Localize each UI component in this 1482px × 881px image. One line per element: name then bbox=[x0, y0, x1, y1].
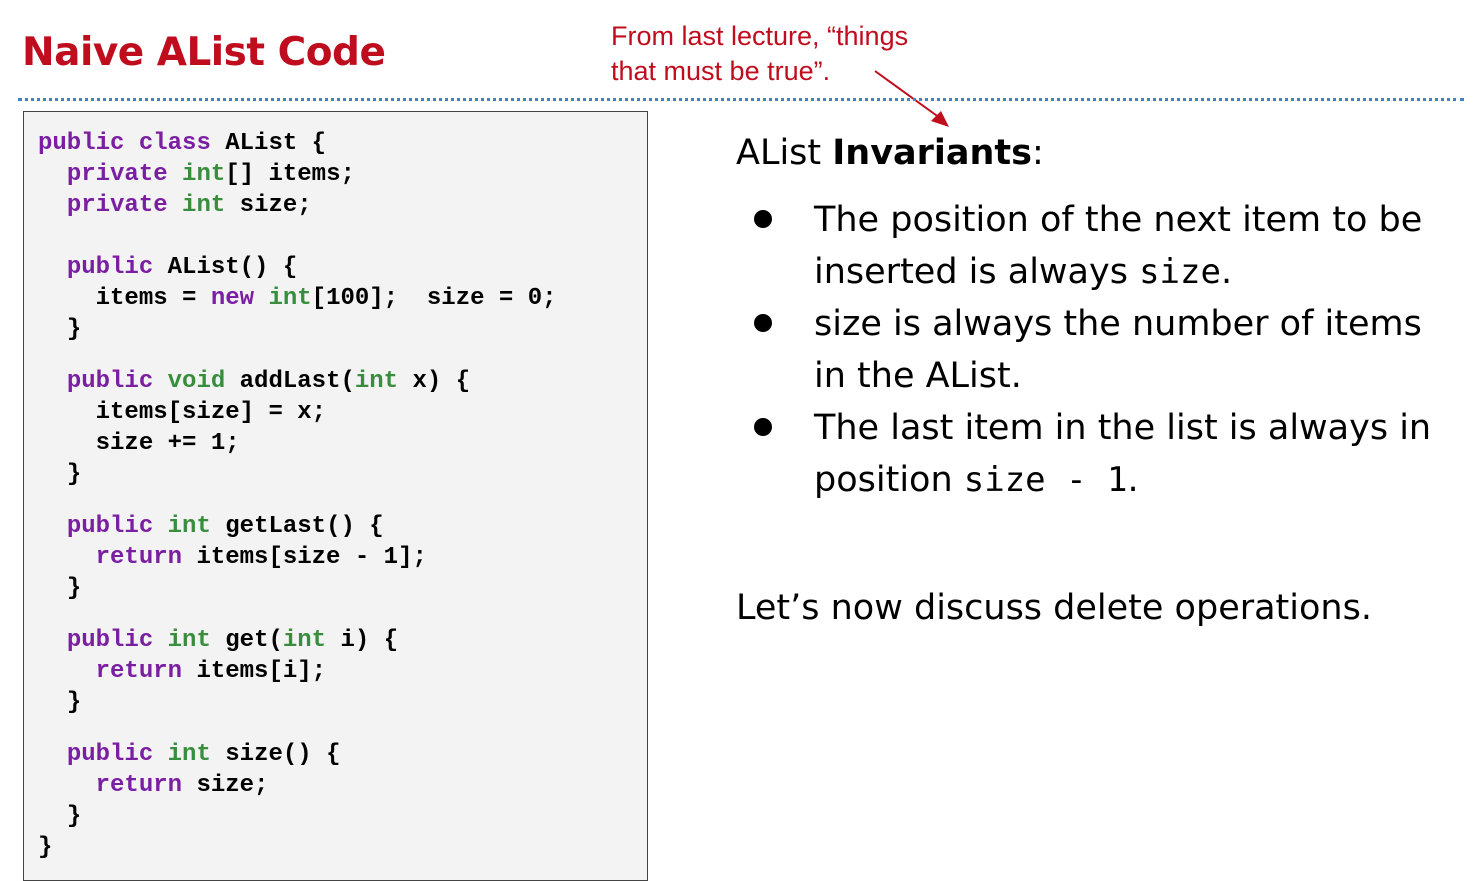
invariants-list: The position of the next item to be inse… bbox=[736, 194, 1456, 506]
code-line-ctor-body: items = new int[100]; size = 0; bbox=[95, 285, 557, 312]
slide-title: Naive AList Code bbox=[22, 30, 386, 75]
code-line-getlast-sig: public int getLast() { bbox=[66, 513, 384, 540]
code-line-get-close: } bbox=[66, 689, 82, 716]
code-line-size-sig: public int size() { bbox=[66, 741, 341, 768]
closing-text: Let’s now discuss delete operations. bbox=[736, 588, 1372, 628]
code-listing: public class AList { private int[] items… bbox=[38, 128, 557, 863]
code-line-get-sig: public int get(int i) { bbox=[66, 627, 399, 654]
code-line-size-body: return size; bbox=[95, 772, 269, 799]
bullet-icon bbox=[754, 314, 772, 332]
bullet-icon bbox=[754, 418, 772, 436]
invariant-item: size is always the number of items in th… bbox=[736, 298, 1456, 402]
code-line-field-size: private int size; bbox=[66, 192, 312, 219]
invariants-heading: AList Invariants: bbox=[736, 133, 1044, 173]
code-line-get-body: return items[i]; bbox=[95, 658, 327, 685]
invariants-panel: AList Invariants: The position of the ne… bbox=[736, 128, 1456, 506]
code-line-addlast-close: } bbox=[66, 461, 82, 488]
annotation-line-1: From last lecture, “things bbox=[611, 21, 909, 51]
code-line-ctor-close: } bbox=[66, 316, 82, 343]
code-line-addlast-body2: size += 1; bbox=[95, 430, 240, 457]
code-line-getlast-close: } bbox=[66, 575, 82, 602]
code-line-class-close: } bbox=[38, 834, 53, 861]
annotation-callout: From last lecture, “things that must be … bbox=[611, 19, 908, 89]
code-line-addlast-sig: public void addLast(int x) { bbox=[66, 368, 471, 395]
header-divider bbox=[18, 98, 1464, 101]
annotation-line-2: that must be true”. bbox=[611, 56, 831, 86]
code-line-getlast-body: return items[size - 1]; bbox=[95, 544, 427, 571]
bullet-icon bbox=[754, 210, 772, 228]
code-line-size-close: } bbox=[66, 803, 82, 830]
code-block: public class AList { private int[] items… bbox=[23, 111, 648, 881]
code-line-addlast-body1: items[size] = x; bbox=[95, 399, 327, 426]
code-line-ctor-sig: public AList() { bbox=[66, 254, 298, 281]
code-line-field-items: private int[] items; bbox=[66, 161, 355, 188]
code-line-class-decl: public class AList { bbox=[38, 130, 327, 157]
invariant-item: The last item in the list is always in p… bbox=[736, 402, 1456, 506]
invariant-item: The position of the next item to be inse… bbox=[736, 194, 1456, 298]
